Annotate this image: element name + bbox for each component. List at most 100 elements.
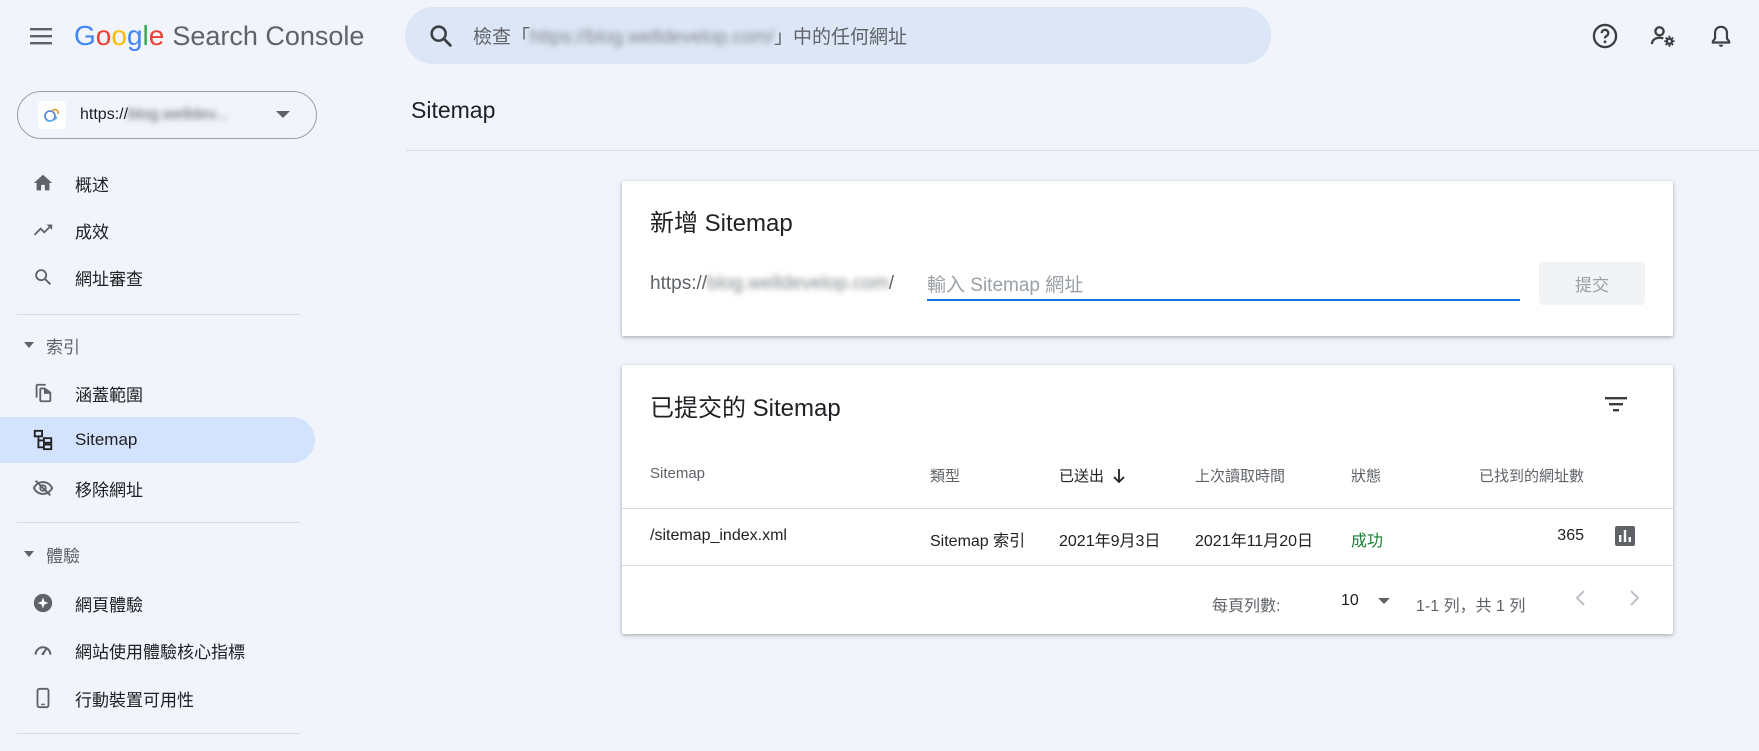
speedometer-icon <box>32 639 54 661</box>
submitted-sitemaps-title: 已提交的 Sitemap <box>650 395 841 422</box>
search-placeholder-url: https://blog.welldevelop.com/ <box>530 27 774 48</box>
bar-chart-icon[interactable] <box>1614 525 1636 547</box>
column-header-status[interactable]: 狀態 <box>1351 465 1381 486</box>
property-url-domain: blog.welldev... <box>128 106 229 123</box>
pagination-range: 1-1 列，共 1 列 <box>1416 598 1526 615</box>
sidebar-item-overview[interactable]: 概述 <box>0 160 315 206</box>
chevron-left-icon <box>1575 590 1585 606</box>
sidebar-item-label: 移除網址 <box>75 480 143 500</box>
menu-icon[interactable] <box>26 24 56 48</box>
last-read-cell: 2021年11月20日 <box>1195 533 1314 550</box>
sidebar-item-label: 涵蓋範圍 <box>75 385 143 405</box>
sidebar-divider <box>17 522 300 523</box>
url-inspection-search-bar[interactable]: 檢查「https://blog.welldevelop.com/」中的任何網址 <box>405 7 1271 64</box>
page-title: Sitemap <box>411 97 496 123</box>
home-icon <box>32 172 54 194</box>
sidebar-divider <box>17 733 300 734</box>
sidebar-section-label: 索引 <box>46 337 80 357</box>
column-header-type[interactable]: 類型 <box>930 465 960 486</box>
sidebar-item-label: 概述 <box>75 175 109 195</box>
sidebar-item-mobile-usability[interactable]: 行動裝置可用性 <box>0 675 315 721</box>
add-sitemap-card: 新增 Sitemap https://blog.welldevelop.com/… <box>622 181 1673 336</box>
search-placeholder-prefix: 檢查「 <box>473 27 531 48</box>
previous-page-button[interactable] <box>1565 582 1597 614</box>
sidebar-item-removals[interactable]: 移除網址 <box>0 465 315 511</box>
sitemap-url-prefix-scheme: https:// <box>650 273 708 294</box>
search-icon <box>427 22 455 50</box>
next-page-button[interactable] <box>1618 582 1650 614</box>
logo-letter: o <box>111 20 127 51</box>
add-circle-icon <box>32 592 54 614</box>
caret-down-icon <box>24 342 34 348</box>
top-actions <box>1585 16 1759 56</box>
sitemap-url-prefix-slash: / <box>888 273 894 294</box>
sidebar-section-experience[interactable]: 體驗 <box>0 536 300 572</box>
property-selector[interactable]: https://blog.welldev... <box>17 91 317 139</box>
sitemap-url-input[interactable] <box>927 269 1520 301</box>
eye-off-icon <box>32 477 54 499</box>
submitted-date-cell: 2021年9月3日 <box>1059 533 1161 550</box>
submit-button[interactable]: 提交 <box>1539 262 1645 305</box>
sidebar-item-url-inspection[interactable]: 網址審查 <box>0 254 315 300</box>
logo-letter: G <box>74 20 96 51</box>
urls-found-cell: 365 <box>1557 527 1584 544</box>
sidebar-item-core-web-vitals[interactable]: 網站使用體驗核心指標 <box>0 627 315 673</box>
help-icon[interactable] <box>1585 16 1625 56</box>
sidebar-divider <box>17 314 300 315</box>
column-header-last-read[interactable]: 上次讀取時間 <box>1195 465 1285 486</box>
sidebar-item-label: Sitemap <box>75 430 138 449</box>
sitemap-icon <box>32 429 54 451</box>
column-header-sitemap[interactable]: Sitemap <box>650 465 705 482</box>
add-sitemap-title: 新增 Sitemap <box>650 210 793 237</box>
arrow-down-icon <box>1112 468 1126 484</box>
rows-per-page-value: 10 <box>1341 592 1359 609</box>
caret-down-icon <box>24 551 34 557</box>
bell-icon[interactable] <box>1701 16 1741 56</box>
chevron-right-icon <box>1630 590 1640 606</box>
sidebar-item-page-experience[interactable]: 網頁體驗 <box>0 580 315 626</box>
google-search-console-logo[interactable]: Google Search Console <box>74 20 364 52</box>
top-app-bar: Google Search Console 檢查「https://blog.we… <box>0 0 1759 72</box>
copy-icon <box>32 382 54 404</box>
sidebar-item-label: 網址審查 <box>75 269 143 289</box>
column-header-label: 已送出 <box>1059 468 1105 485</box>
column-header-submitted[interactable]: 已送出 <box>1059 465 1126 486</box>
chevron-down-icon <box>1378 598 1390 604</box>
property-url-scheme: https:// <box>80 106 129 123</box>
sidebar-item-label: 網頁體驗 <box>75 595 143 615</box>
chevron-down-icon <box>276 111 290 118</box>
filter-icon[interactable] <box>1601 389 1631 419</box>
user-settings-icon[interactable] <box>1643 16 1683 56</box>
logo-letter: g <box>126 20 143 51</box>
sidebar-section-index[interactable]: 索引 <box>0 327 300 363</box>
phone-icon <box>32 687 54 709</box>
rows-per-page-label: 每頁列數: <box>1212 598 1281 615</box>
logo-letter: o <box>95 20 112 51</box>
sitemap-path-cell: /sitemap_index.xml <box>650 527 787 544</box>
site-favicon-icon <box>38 101 66 129</box>
submitted-sitemaps-card: 已提交的 Sitemap Sitemap 類型 已送出 上次讀取時間 狀態 已找… <box>622 365 1673 634</box>
sitemap-url-prefix: https://blog.welldevelop.com/ <box>650 273 894 295</box>
sidebar-item-coverage[interactable]: 涵蓋範圍 <box>0 370 315 416</box>
type-cell: Sitemap 索引 <box>930 533 1026 550</box>
table-header-divider <box>622 508 1673 509</box>
sidebar-item-label: 行動裝置可用性 <box>75 690 194 710</box>
trending-up-icon <box>32 219 54 241</box>
table-row-divider <box>622 565 1673 566</box>
property-url: https://blog.welldev... <box>80 106 228 124</box>
search-placeholder-suffix: 」中的任何網址 <box>773 27 907 48</box>
column-header-urls-found[interactable]: 已找到的網址數 <box>1479 465 1584 486</box>
search-placeholder: 檢查「https://blog.welldevelop.com/」中的任何網址 <box>473 22 907 49</box>
sidebar-item-sitemap[interactable]: Sitemap <box>0 417 315 463</box>
sitemap-url-prefix-domain: blog.welldevelop.com <box>707 273 889 294</box>
status-badge: 成功 <box>1351 533 1384 550</box>
logo-letter: e <box>148 20 165 51</box>
sidebar-item-label: 網站使用體驗核心指標 <box>75 642 245 662</box>
product-name: Search Console <box>172 21 365 51</box>
sidebar-section-label: 體驗 <box>46 546 80 566</box>
sidebar-item-performance[interactable]: 成效 <box>0 207 315 253</box>
rows-per-page-select[interactable]: 10 <box>1319 587 1391 615</box>
search-icon <box>32 266 54 288</box>
page-title-divider <box>406 150 1759 151</box>
sidebar-item-label: 成效 <box>75 222 109 242</box>
